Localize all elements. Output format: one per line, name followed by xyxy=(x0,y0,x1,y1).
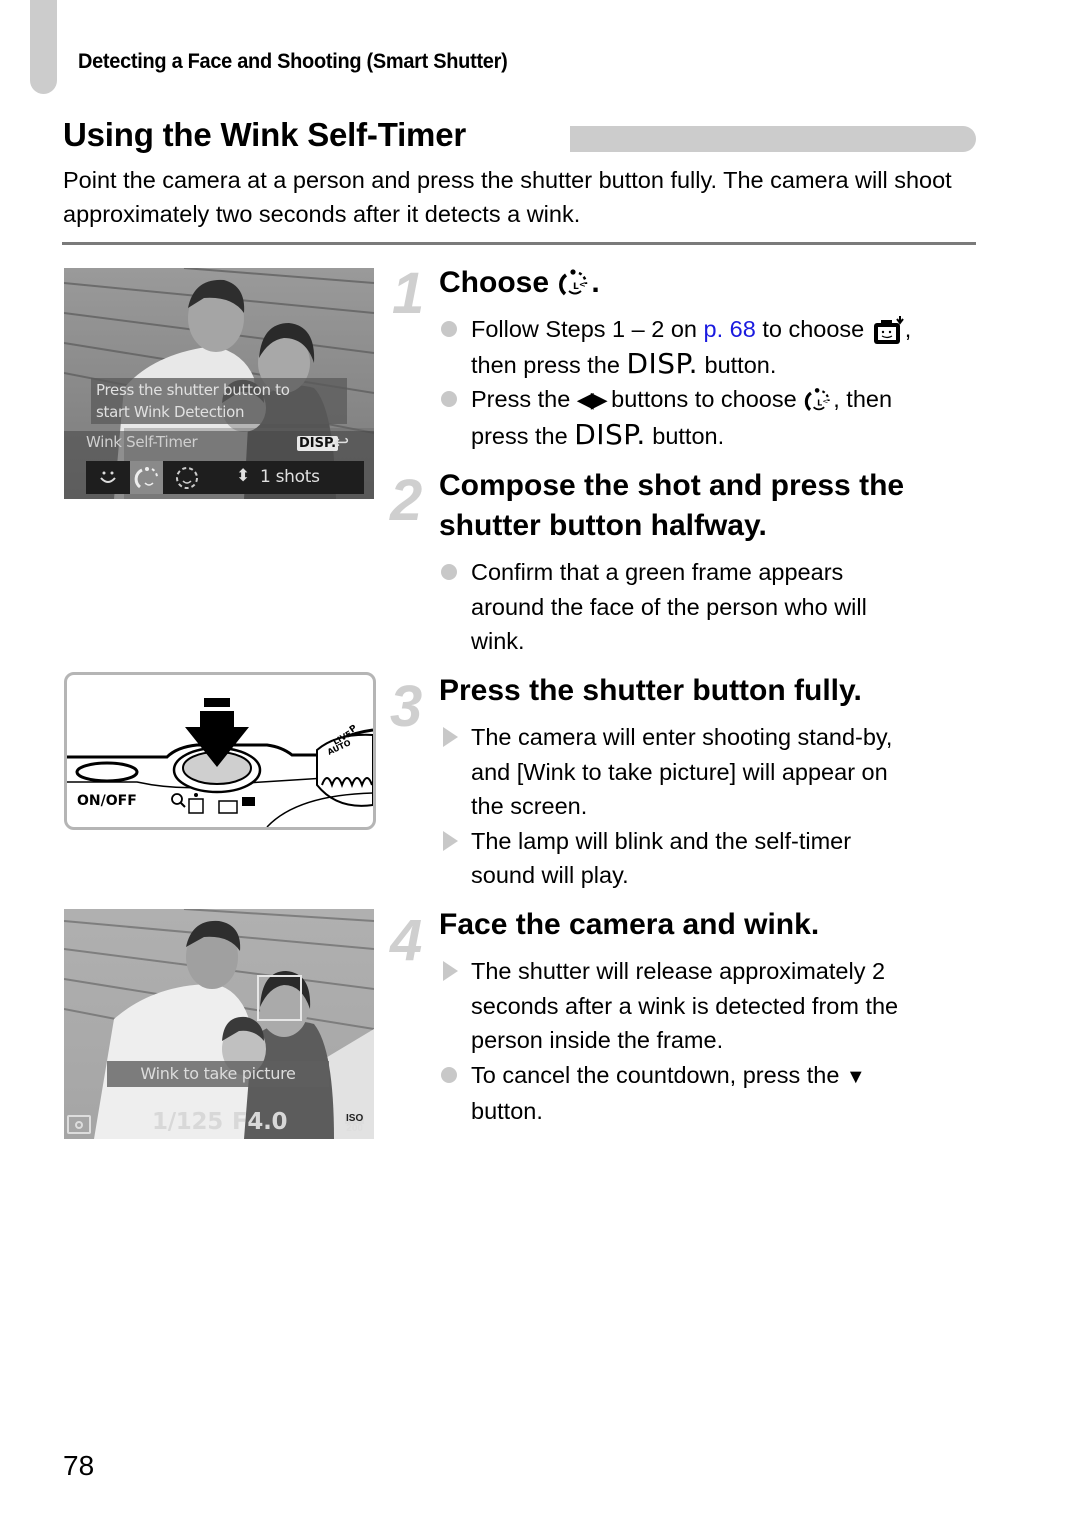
title-decoration-bar xyxy=(570,126,976,152)
page-link[interactable]: p. 68 xyxy=(704,316,756,342)
section-title: Using the Wink Self-Timer xyxy=(63,116,466,153)
camera-top-drawing: AUTO LIVE P ON/OFF xyxy=(67,698,373,827)
step-number-1: 1 xyxy=(392,261,425,326)
wink-instruction-text: Press the shutter button to start Wink D… xyxy=(96,381,290,421)
svg-text:<: < xyxy=(823,396,829,405)
menu-label: Wink Self-Timer xyxy=(86,433,198,451)
svg-text:<: < xyxy=(579,280,586,289)
wink-self-timer-icon xyxy=(134,466,158,488)
disp-button-label: DISP. xyxy=(626,346,698,380)
wink-self-timer-icon: L < xyxy=(559,269,588,296)
aperture-value: F4.0 xyxy=(232,1109,288,1135)
face-detect-camera-icon xyxy=(873,315,904,344)
step-number-2: 2 xyxy=(390,468,423,533)
option-wink-self-timer-selected[interactable] xyxy=(130,461,163,494)
step-2-title: Compose the shot and press the shutter b… xyxy=(439,469,905,542)
wink-message: Wink to take picture xyxy=(140,1064,296,1083)
face-self-timer-icon xyxy=(176,466,198,489)
bullet-dot xyxy=(441,321,457,337)
down-arrow-icon: ▼ xyxy=(845,1065,866,1088)
return-icon[interactable]: ↩ xyxy=(334,432,349,453)
shots-count: 1 shots xyxy=(260,467,320,487)
screen-wink-standby: Wink to take picture 1/125 F4.0 ISO 200 xyxy=(64,909,374,1139)
shutter-speed: 1/125 xyxy=(152,1109,223,1135)
running-head: Detecting a Face and Shooting (Smart Shu… xyxy=(78,50,508,73)
bullet-item: The lamp will blink and the self-timer s… xyxy=(440,824,985,893)
family-photo-2 xyxy=(64,909,374,1139)
zoom-tele-icon xyxy=(188,798,204,814)
metering-icon xyxy=(67,1115,91,1134)
index-icon xyxy=(242,797,255,806)
step-3-bullets: The camera will enter shooting stand-by,… xyxy=(440,720,985,893)
option-smile[interactable] xyxy=(86,461,130,494)
option-face-self-timer[interactable] xyxy=(167,461,207,494)
left-right-arrows-icon: ◀▶ xyxy=(576,387,608,412)
disp-button-badge[interactable]: DISP. xyxy=(297,436,339,451)
step-number-3: 3 xyxy=(390,674,423,739)
smile-icon xyxy=(100,471,116,483)
step-4-bullets: The shutter will release approximately 2… xyxy=(440,954,985,1129)
bullet-dot xyxy=(441,391,457,407)
zoom-magnifier-icon xyxy=(171,793,183,805)
wink-self-timer-icon: L < xyxy=(805,387,830,411)
bullet-dot xyxy=(441,1066,457,1083)
zoom-wide-icon xyxy=(218,800,238,814)
step-4-title: Face the camera and wink. xyxy=(439,908,820,941)
bullet-item: Follow Steps 1 – 2 on p. 68 to choose , … xyxy=(440,312,985,382)
bullet-dot xyxy=(441,564,457,580)
bullet-item: The camera will enter shooting stand-by,… xyxy=(440,720,985,824)
intro-paragraph: Point the camera at a person and press t… xyxy=(63,167,952,227)
page-number: 78 xyxy=(63,1450,95,1481)
disp-button-label: DISP. xyxy=(574,417,646,451)
chapter-tab xyxy=(30,0,57,94)
step-number-4: 4 xyxy=(390,908,423,973)
svg-text:L: L xyxy=(817,398,822,407)
iso-indicator: ISO 200 xyxy=(345,1113,365,1134)
result-triangle-icon xyxy=(443,961,458,981)
section-divider xyxy=(62,242,976,245)
step-2-bullets: Confirm that a green frame appears aroun… xyxy=(440,555,985,659)
result-triangle-icon xyxy=(443,727,458,747)
shots-arrows-icon[interactable]: ⬍ xyxy=(236,466,250,486)
screen-wink-selection: Press the shutter button to start Wink D… xyxy=(64,268,374,499)
result-triangle-icon xyxy=(443,830,458,851)
bullet-item: Confirm that a green frame appears aroun… xyxy=(440,555,985,659)
step-1-bullets: Follow Steps 1 – 2 on p. 68 to choose , … xyxy=(440,312,985,453)
step-1-title: Choose L <. xyxy=(439,263,600,303)
step-3-title: Press the shutter button fully. xyxy=(439,674,862,707)
bullet-item: To cancel the countdown, press the ▼ but… xyxy=(440,1058,985,1129)
bullet-item: The shutter will release approximately 2… xyxy=(440,954,985,1058)
on-off-label: ON/OFF xyxy=(77,793,137,809)
camera-top-illustration: AUTO LIVE P ON/OFF xyxy=(64,672,376,830)
bullet-item: Press the ◀▶ buttons to choose L <, then … xyxy=(440,382,985,453)
